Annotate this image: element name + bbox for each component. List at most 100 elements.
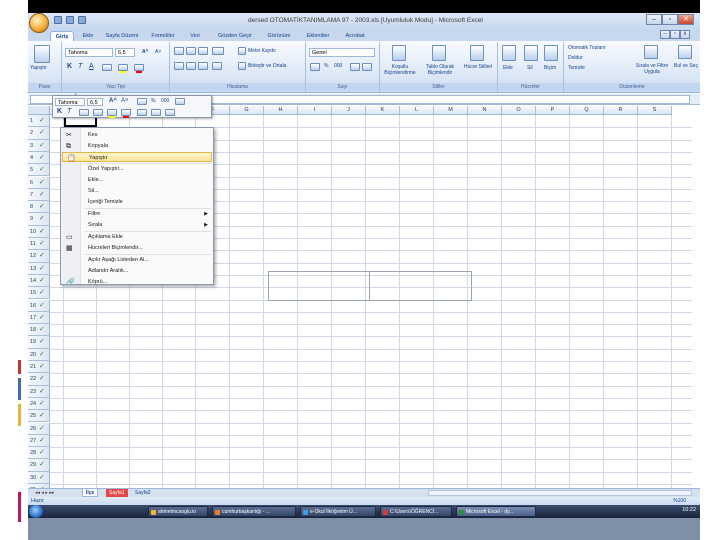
mini-decimal-up-icon[interactable] bbox=[137, 109, 147, 116]
row-header[interactable]: 21 ✓ bbox=[28, 361, 50, 374]
row-header[interactable]: 23 ✓ bbox=[28, 385, 50, 398]
column-header[interactable]: P bbox=[536, 106, 570, 115]
wrap-text-icon[interactable] bbox=[238, 47, 246, 55]
mini-bold-button[interactable]: K bbox=[57, 108, 62, 115]
tab-formuller[interactable]: Formüller bbox=[146, 31, 180, 41]
column-header[interactable]: H bbox=[264, 106, 298, 115]
number-format-field[interactable]: Genel bbox=[309, 48, 375, 57]
task-item-eokul[interactable]: e-Okul İlköğretim Ü... bbox=[300, 506, 376, 517]
tab-veri[interactable]: Veri bbox=[184, 31, 206, 41]
column-header[interactable]: O bbox=[502, 106, 536, 115]
format-table-icon[interactable] bbox=[432, 45, 446, 61]
tab-sayfa-duzeni[interactable]: Sayfa Düzeni bbox=[102, 31, 142, 41]
mini-font-color-icon[interactable] bbox=[121, 109, 131, 116]
doc-minimize-button[interactable]: – bbox=[660, 30, 670, 39]
redo-icon[interactable] bbox=[78, 16, 86, 24]
context-menu-item[interactable]: Adlandır Aralık... bbox=[62, 266, 212, 276]
row-header[interactable]: 14 ✓ bbox=[28, 274, 50, 288]
increase-decimal-icon[interactable] bbox=[350, 63, 360, 71]
row-header[interactable]: 16 ✓ bbox=[28, 299, 50, 312]
context-menu-item[interactable]: 🔗 Köprü... bbox=[62, 277, 212, 287]
undo-icon[interactable] bbox=[66, 16, 74, 24]
borders-icon[interactable] bbox=[102, 64, 112, 71]
mini-percent-button[interactable]: % bbox=[151, 98, 155, 104]
mini-currency-icon[interactable] bbox=[137, 98, 147, 105]
row-header[interactable]: 29 ✓ bbox=[28, 459, 50, 472]
row-header[interactable]: 2 ✓ bbox=[28, 127, 50, 140]
delete-cells-icon[interactable] bbox=[524, 45, 538, 61]
close-button[interactable]: ✕ bbox=[678, 14, 694, 25]
font-color-icon[interactable] bbox=[134, 64, 144, 71]
column-header[interactable]: S bbox=[638, 106, 672, 115]
indent-icon[interactable] bbox=[212, 62, 222, 70]
row-header[interactable]: 17 ✓ bbox=[28, 311, 50, 325]
italic-button[interactable]: T bbox=[78, 63, 82, 70]
mini-borders-icon[interactable] bbox=[93, 109, 103, 116]
context-menu-item[interactable]: 📋 Yapıştır bbox=[62, 152, 212, 162]
merge-icon[interactable] bbox=[238, 62, 246, 70]
comma-button[interactable]: 000 bbox=[334, 63, 342, 69]
tab-acrobat[interactable]: Acrobat bbox=[340, 31, 370, 41]
font-size-field[interactable]: 6,5 bbox=[115, 48, 135, 57]
tab-eklentiler[interactable]: Eklentiler bbox=[300, 31, 336, 41]
autosum-button[interactable]: Otomatik Toplam bbox=[568, 45, 605, 51]
mini-grow-font-button[interactable]: A^ bbox=[109, 98, 117, 104]
mini-font-field[interactable]: Tahoma bbox=[55, 98, 85, 106]
task-item-excel[interactable]: Microsoft Excel - dy... bbox=[456, 506, 536, 517]
align-right-icon[interactable] bbox=[198, 62, 208, 70]
column-header[interactable]: J bbox=[332, 106, 366, 115]
mini-size-field[interactable]: 6,5 bbox=[87, 98, 103, 106]
context-menu-item[interactable]: Ekle... bbox=[62, 175, 212, 185]
row-header[interactable]: 10 ✓ bbox=[28, 225, 50, 238]
column-header[interactable]: I bbox=[298, 106, 332, 115]
conditional-format-icon[interactable] bbox=[392, 45, 406, 61]
context-menu-item[interactable]: ⧉ Kopyala bbox=[62, 141, 212, 151]
underline-button[interactable]: A bbox=[89, 63, 94, 70]
tab-gorunum[interactable]: Görünüm bbox=[262, 31, 296, 41]
mini-shrink-font-button[interactable]: A˅ bbox=[121, 98, 129, 104]
format-cells-icon[interactable] bbox=[544, 45, 558, 61]
row-header[interactable]: 15 ✓ bbox=[28, 287, 50, 300]
cell-styles-button[interactable]: Hücre Stilleri bbox=[462, 64, 494, 70]
format-cells-button[interactable]: Biçim bbox=[544, 65, 556, 71]
column-header[interactable]: G bbox=[230, 106, 264, 115]
tab-ekle[interactable]: Ekle bbox=[78, 31, 98, 41]
row-header[interactable]: 3 ✓ bbox=[28, 139, 50, 152]
context-menu-item[interactable]: Sil... bbox=[62, 186, 212, 196]
paste-button[interactable]: Yapıştır bbox=[30, 65, 47, 71]
sheet-tab-sayfa2[interactable]: Sayfa2 bbox=[132, 489, 154, 497]
insert-cells-button[interactable]: Ekle bbox=[503, 65, 513, 71]
bold-button[interactable]: K bbox=[67, 63, 72, 70]
row-header[interactable]: 4 ✓ bbox=[28, 151, 50, 165]
clear-button[interactable]: Temizle bbox=[568, 65, 585, 71]
task-item-folder[interactable]: C:\Users\ÖĞRENCİ... bbox=[380, 506, 452, 517]
column-header[interactable]: Q bbox=[570, 106, 604, 115]
conditional-format-button[interactable]: Koşullu Biçimlendirme bbox=[382, 64, 418, 76]
save-icon[interactable] bbox=[54, 16, 62, 24]
mini-italic-button[interactable]: T bbox=[67, 108, 71, 115]
column-header[interactable]: K bbox=[366, 106, 400, 115]
select-all-corner[interactable] bbox=[28, 106, 50, 115]
shrink-font-button[interactable]: A˅ bbox=[155, 49, 161, 55]
context-menu-item[interactable]: Filtre ▶ bbox=[62, 209, 212, 219]
start-button[interactable] bbox=[29, 505, 43, 518]
align-bottom-icon[interactable] bbox=[198, 47, 208, 55]
column-header[interactable]: L bbox=[400, 106, 434, 115]
paste-icon[interactable] bbox=[34, 45, 50, 63]
row-header[interactable]: 8 ✓ bbox=[28, 201, 50, 214]
context-menu-item[interactable]: Özel Yapıştır... bbox=[62, 164, 212, 174]
minimize-button[interactable]: – bbox=[646, 14, 662, 25]
row-header[interactable]: 13 ✓ bbox=[28, 262, 50, 275]
row-header[interactable]: 18 ✓ bbox=[28, 324, 50, 337]
restore-button[interactable]: ▫ bbox=[662, 14, 678, 25]
mini-comma-button[interactable]: 000 bbox=[161, 98, 169, 104]
fill-color-icon[interactable] bbox=[118, 64, 128, 71]
row-header[interactable]: 22 ✓ bbox=[28, 373, 50, 386]
cell-styles-icon[interactable] bbox=[470, 45, 484, 61]
grow-font-button[interactable]: A^ bbox=[142, 49, 149, 55]
sort-filter-icon[interactable] bbox=[644, 45, 658, 59]
sheet-nav-arrows[interactable]: ◂◂ ◂ ▸ ▸▸ bbox=[32, 489, 57, 497]
row-header[interactable]: 30 ✓ bbox=[28, 471, 50, 484]
mini-fill-color-icon[interactable] bbox=[107, 109, 117, 116]
insert-cells-icon[interactable] bbox=[502, 45, 516, 61]
